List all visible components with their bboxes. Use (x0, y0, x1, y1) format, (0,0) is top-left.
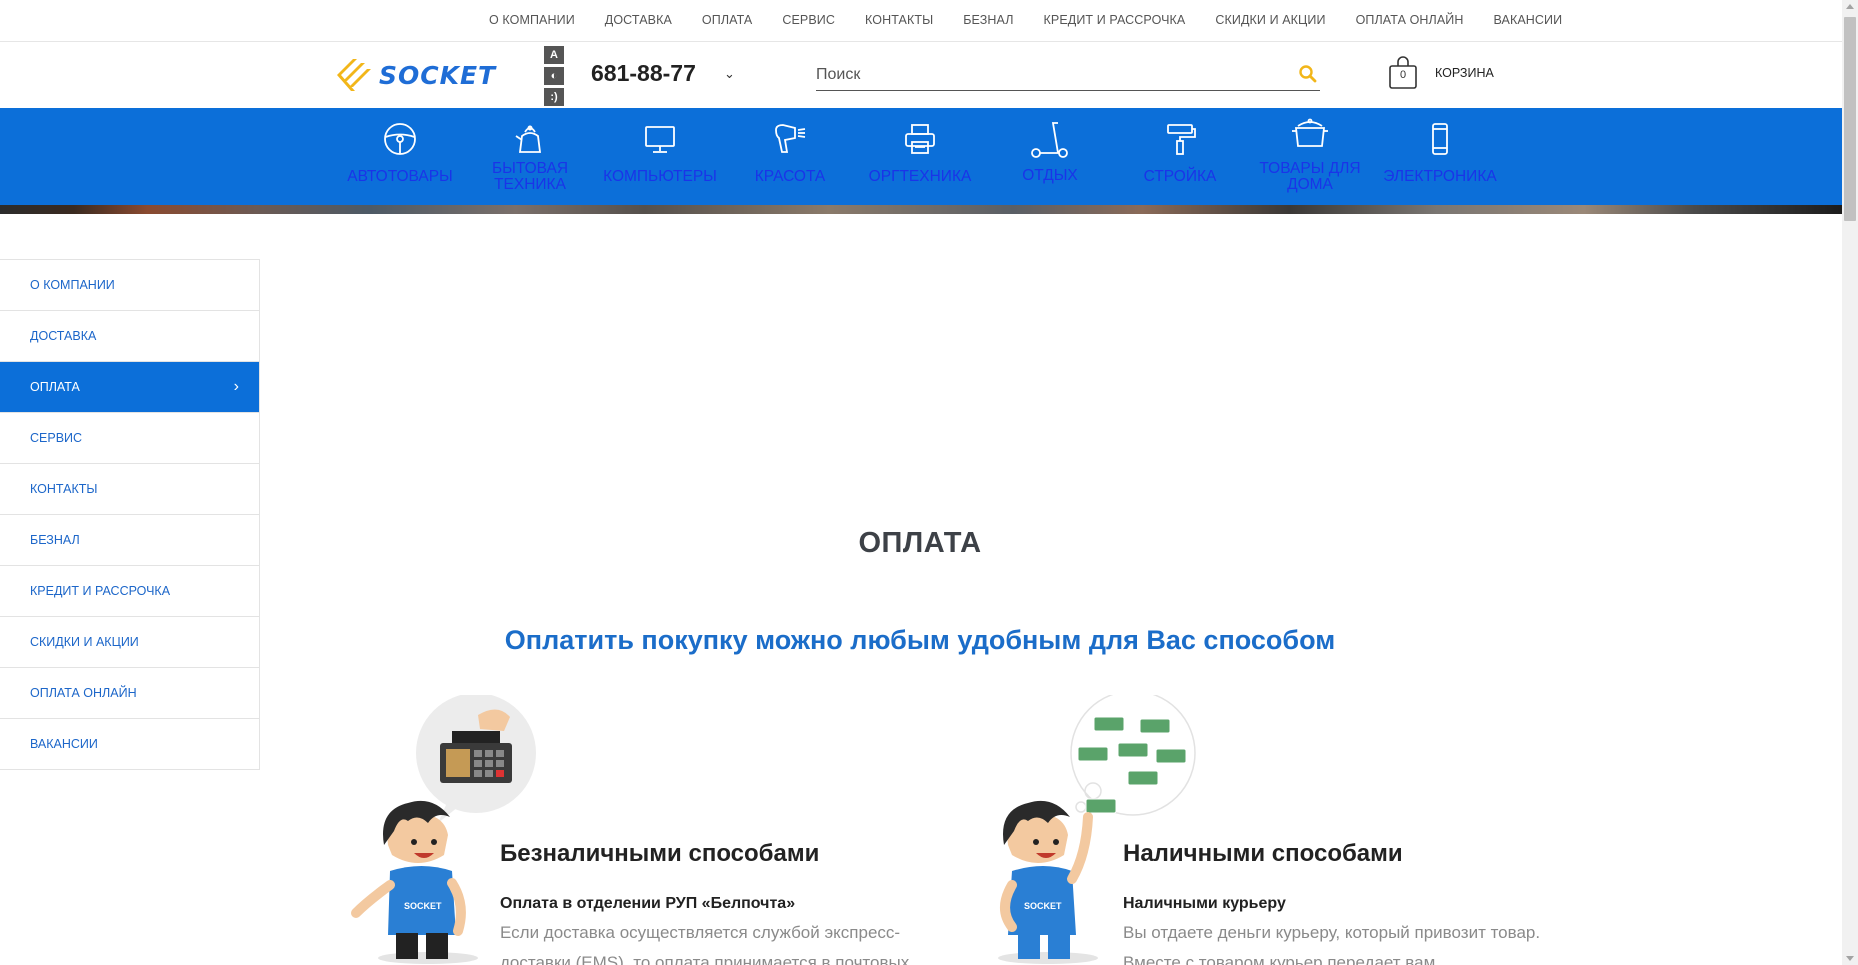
page: О КОМПАНИИ ДОСТАВКА ОПЛАТА СЕРВИС КОНТАК… (0, 0, 1858, 965)
page-subtitle: Оплатить покупку можно любым удобным для… (504, 625, 1336, 655)
font-size-button[interactable]: A (544, 46, 564, 64)
logo-mark-icon (337, 59, 371, 91)
top-nav-list: О КОМПАНИИ ДОСТАВКА ОПЛАТА СЕРВИС КОНТАК… (489, 13, 1592, 27)
cart-label: КОРЗИНА (1435, 66, 1494, 80)
top-nav-cashless[interactable]: БЕЗНАЛ (963, 13, 1013, 27)
cart-count: 0 (1399, 69, 1407, 81)
banner-strip (0, 205, 1842, 214)
category-auto[interactable]: АВТОТОВАРЫ (335, 108, 465, 205)
monitor-icon (645, 126, 675, 153)
category-label: АВТОТОВАРЫ (347, 168, 453, 185)
scroll-down-arrow-icon[interactable] (1846, 956, 1854, 961)
sidebar-item-online-payment[interactable]: ОПЛАТА ОНЛАЙН (0, 668, 259, 719)
kettle-icon (515, 125, 542, 153)
sidebar-item-discounts[interactable]: СКИДКИ И АКЦИИ (0, 617, 259, 668)
category-label: ОРГТЕХНИКА (868, 168, 972, 185)
top-nav-credit[interactable]: КРЕДИТ И РАССРОЧКА (1044, 13, 1186, 27)
cart-button[interactable]: 0 КОРЗИНА (1388, 56, 1494, 90)
top-nav-bar: О КОМПАНИИ ДОСТАВКА ОПЛАТА СЕРВИС КОНТАК… (0, 0, 1842, 42)
svg-text:SOCKET: SOCKET (404, 901, 442, 911)
category-leisure[interactable]: ОТДЫХ (985, 108, 1115, 205)
logo[interactable]: SOCKET (335, 56, 503, 94)
steering-wheel-icon (384, 123, 416, 155)
category-label: БЫТОВАЯ ТЕХНИКА (491, 160, 569, 193)
category-home[interactable]: ТОВАРЫ ДЛЯ ДОМА (1245, 108, 1375, 205)
cash-description: Вы отдаете деньги курьеру, который приво… (1123, 923, 1541, 965)
hair-dryer-icon (775, 124, 806, 153)
search-icon[interactable] (1298, 64, 1318, 84)
top-nav-delivery[interactable]: ДОСТАВКА (605, 13, 672, 27)
sidebar-item-label: ОПЛАТА (30, 380, 80, 394)
cashless-heading: Безналичными способами (500, 840, 820, 867)
page-title: ОПЛАТА (858, 527, 982, 559)
chevron-down-icon[interactable]: ⌄ (724, 66, 735, 82)
category-appliances[interactable]: БЫТОВАЯ ТЕХНИКА (465, 108, 595, 205)
category-electronics[interactable]: ЭЛЕКТРОНИКА (1375, 108, 1505, 205)
header: SOCKET A ◐ :) 681-88-77 ⌄ 0 КОРЗИ (0, 42, 1842, 108)
sidebar-item-credit[interactable]: КРЕДИТ И РАССРОЧКА (0, 566, 259, 617)
sidebar-item-service[interactable]: СЕРВИС (0, 413, 259, 464)
category-office[interactable]: ОРГТЕХНИКА (855, 108, 985, 205)
category-label: КОМПЬЮТЕРЫ (603, 168, 717, 185)
scroll-up-arrow-icon[interactable] (1846, 4, 1854, 9)
scrollbar[interactable] (1842, 0, 1858, 965)
category-computers[interactable]: КОМПЬЮТЕРЫ (595, 108, 725, 205)
scrollbar-thumb[interactable] (1844, 17, 1856, 221)
search-box (816, 62, 1320, 91)
category-label: ЭЛЕКТРОНИКА (1383, 168, 1497, 185)
sidebar-item-contacts[interactable]: КОНТАКТЫ (0, 464, 259, 515)
cashless-subheading: Оплата в отделении РУП «Белпочта» (500, 895, 796, 912)
category-nav: АВТОТОВАРЫ БЫТОВАЯ ТЕХНИКА КОМПЬЮТЕРЫ КР… (0, 108, 1842, 205)
contrast-button[interactable]: ◐ (544, 67, 564, 85)
paint-roller-icon (1167, 124, 1196, 155)
category-label: ТОВАРЫ ДЛЯ ДОМА (1259, 160, 1361, 193)
top-nav-service[interactable]: СЕРВИС (782, 13, 835, 27)
cash-heading: Наличными способами (1123, 840, 1403, 867)
svg-text:SOCKET: SOCKET (1024, 901, 1062, 911)
category-label: ОТДЫХ (1022, 167, 1078, 184)
top-nav-about[interactable]: О КОМПАНИИ (489, 13, 575, 27)
top-nav-contacts[interactable]: КОНТАКТЫ (865, 13, 933, 27)
category-label: СТРОЙКА (1143, 168, 1217, 185)
logo-text: SOCKET (379, 60, 497, 90)
simple-mode-button[interactable]: :) (544, 88, 564, 106)
sidebar-item-delivery[interactable]: ДОСТАВКА (0, 311, 259, 362)
scooter-icon (1031, 122, 1068, 158)
top-nav-payment[interactable]: ОПЛАТА (702, 13, 752, 27)
top-nav-vacancies[interactable]: ВАКАНСИИ (1493, 13, 1562, 27)
shopping-bag-icon: 0 (1388, 56, 1418, 90)
sidebar-item-about[interactable]: О КОМПАНИИ (0, 260, 259, 311)
chevron-right-icon: › (233, 378, 239, 395)
phone-number[interactable]: 681-88-77 (591, 60, 696, 87)
accessibility-controls: A ◐ :) (544, 46, 564, 106)
search-input[interactable] (816, 62, 1276, 88)
category-construction[interactable]: СТРОЙКА (1115, 108, 1245, 205)
category-beauty[interactable]: КРАСОТА (725, 108, 855, 205)
top-nav-discounts[interactable]: СКИДКИ И АКЦИИ (1215, 13, 1325, 27)
sidebar-menu: О КОМПАНИИ ДОСТАВКА ОПЛАТА › СЕРВИС КОНТ… (0, 259, 260, 770)
sidebar-item-payment[interactable]: ОПЛАТА › (0, 362, 259, 413)
sidebar-item-cashless[interactable]: БЕЗНАЛ (0, 515, 259, 566)
cashless-description: Если доставка осуществляется службой экс… (500, 923, 910, 965)
cash-subheading: Наличными курьеру (1123, 895, 1286, 912)
category-label: КРАСОТА (754, 168, 826, 185)
smartphone-icon (1432, 123, 1448, 155)
top-nav-online-payment[interactable]: ОПЛАТА ОНЛАЙН (1356, 13, 1464, 27)
printer-icon (905, 124, 935, 154)
sidebar-item-vacancies[interactable]: ВАКАНСИИ (0, 719, 259, 770)
pot-icon (1292, 118, 1328, 147)
